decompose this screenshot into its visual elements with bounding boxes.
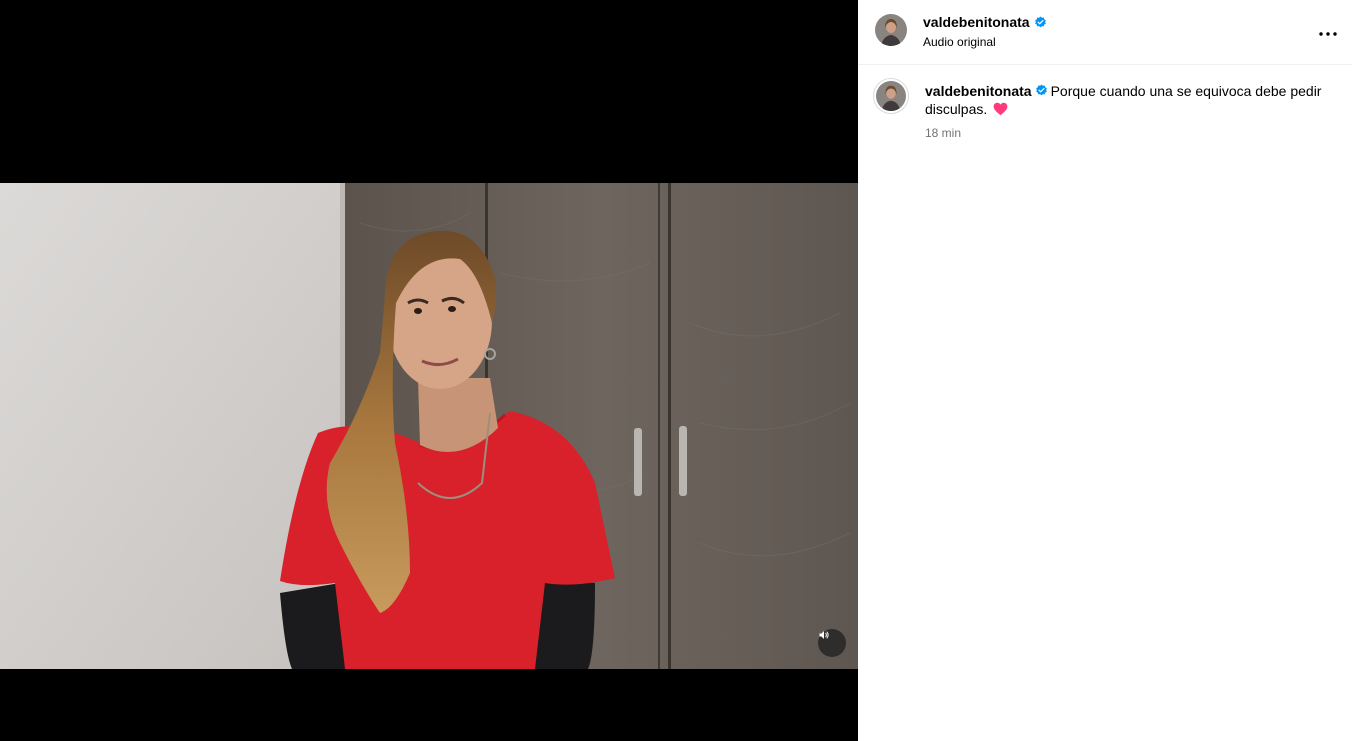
- audio-link[interactable]: Audio original: [923, 34, 1047, 50]
- header-text: valdebenitonata Audio original: [923, 13, 1047, 50]
- verified-badge-icon: [1034, 16, 1047, 29]
- media-pane: [0, 0, 858, 741]
- avatar[interactable]: [875, 14, 907, 46]
- post-header: valdebenitonata Audio original: [858, 0, 1352, 65]
- caption-avatar[interactable]: [876, 81, 906, 111]
- video-player[interactable]: [0, 183, 858, 669]
- username-row: valdebenitonata: [923, 13, 1047, 31]
- caption-body: valdebenitonata Porque cuando una se equ…: [925, 82, 1325, 141]
- video-frame-image: [0, 183, 858, 669]
- post-side-pane: valdebenitonata Audio original valdebeni…: [858, 0, 1352, 741]
- more-options-button[interactable]: [1316, 20, 1340, 44]
- username-link[interactable]: valdebenitonata: [923, 13, 1030, 31]
- post-timestamp[interactable]: 18 min: [925, 125, 1325, 141]
- mute-button[interactable]: [818, 629, 846, 657]
- more-options-icon: [1319, 23, 1337, 41]
- caption-username-link[interactable]: valdebenitonata: [925, 83, 1032, 99]
- verified-badge-icon: [1035, 83, 1048, 96]
- heart-emoji-icon: [993, 102, 1008, 120]
